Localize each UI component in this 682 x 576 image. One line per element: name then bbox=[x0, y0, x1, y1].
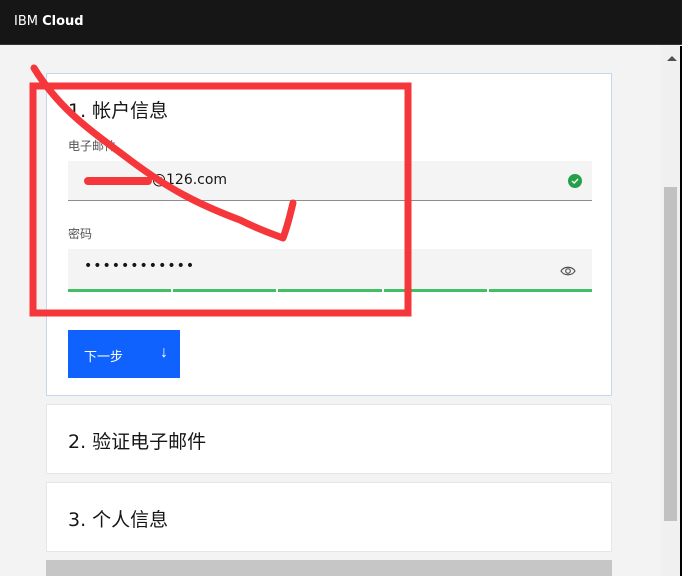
strength-segment bbox=[278, 289, 382, 292]
top-nav-bar: IBM Cloud bbox=[0, 0, 682, 45]
scroll-thumb[interactable] bbox=[664, 187, 677, 521]
next-button[interactable]: 下一步 ↓ bbox=[68, 330, 180, 378]
step-verify-email[interactable]: 2. 验证电子邮件 bbox=[46, 404, 612, 474]
brand-cloud: Cloud bbox=[42, 14, 84, 29]
scroll-up-arrow-icon[interactable] bbox=[667, 56, 677, 61]
next-button-label: 下一步 bbox=[84, 349, 124, 364]
password-field[interactable]: •••••••••••• bbox=[68, 249, 592, 289]
step-personal-info[interactable]: 3. 个人信息 bbox=[46, 482, 612, 552]
vertical-scrollbar[interactable] bbox=[662, 46, 682, 576]
strength-segment bbox=[68, 289, 172, 292]
strength-segment bbox=[488, 289, 593, 292]
step-2-title: 2. 验证电子邮件 bbox=[68, 431, 207, 453]
password-strength-meter bbox=[68, 289, 593, 292]
checkmark-filled-icon bbox=[568, 174, 582, 188]
show-password-icon[interactable] bbox=[560, 262, 576, 281]
email-field[interactable]: @126.com bbox=[68, 161, 592, 201]
partial-card-bottom bbox=[46, 560, 612, 576]
password-label: 密码 bbox=[68, 227, 93, 241]
step-3-title: 3. 个人信息 bbox=[68, 509, 169, 531]
brand-ibm: IBM bbox=[14, 14, 38, 29]
registration-form-area: 1. 帐户信息 电子邮件 @126.com 密码 •••••••••••• 下一… bbox=[0, 46, 662, 576]
strength-segment bbox=[383, 289, 487, 292]
email-label: 电子邮件 bbox=[68, 139, 117, 153]
email-value: @126.com bbox=[152, 172, 228, 188]
strength-segment bbox=[173, 289, 277, 292]
step-account-info: 1. 帐户信息 电子邮件 @126.com 密码 •••••••••••• 下一… bbox=[46, 73, 612, 396]
arrow-down-icon: ↓ bbox=[160, 344, 168, 361]
step-1-title: 1. 帐户信息 bbox=[68, 100, 169, 122]
ibm-cloud-logo[interactable]: IBM Cloud bbox=[14, 14, 84, 29]
password-value: •••••••••••• bbox=[84, 258, 196, 274]
